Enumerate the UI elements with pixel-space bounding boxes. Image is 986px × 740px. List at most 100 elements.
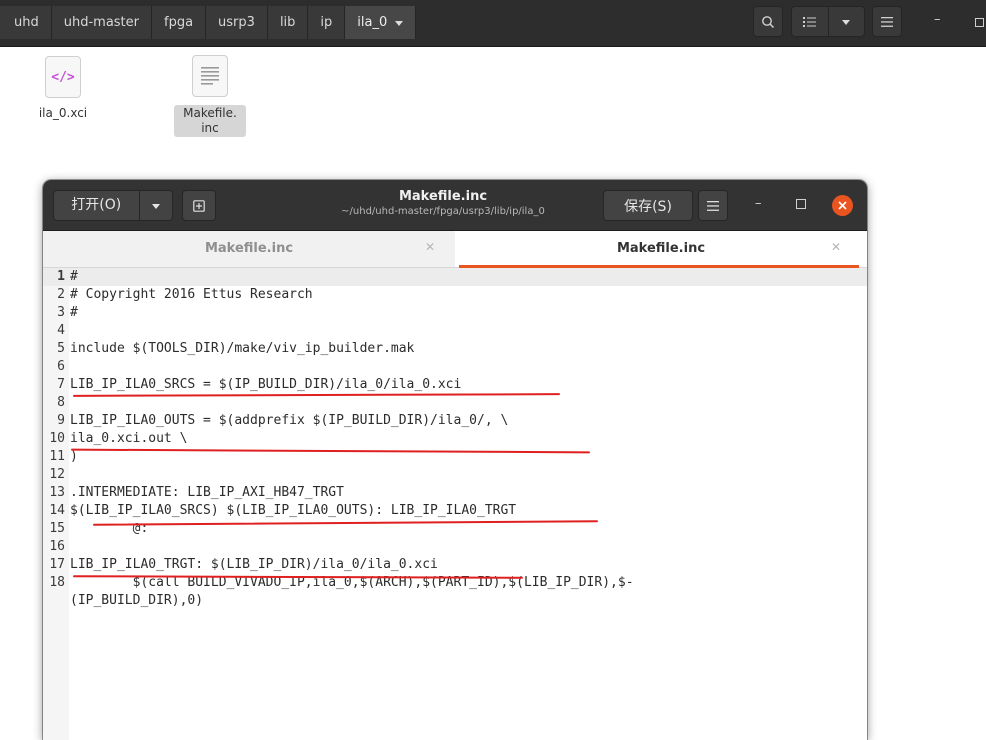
file-name: Makefile. inc bbox=[174, 105, 246, 137]
line-text: LIB_IP_ILA0_OUTS = $(addprefix $(IP_BUIL… bbox=[70, 413, 509, 428]
line-text: ) bbox=[70, 449, 78, 464]
breadcrumb-uhd-master[interactable]: uhd-master bbox=[51, 6, 152, 39]
code-line: 12 bbox=[43, 466, 867, 484]
tab-label: Makefile.inc bbox=[204, 241, 294, 256]
file-manager-header: uhd uhd-master fpga usrp3 lib ip ila_0 – bbox=[0, 0, 986, 47]
file-makefile-inc[interactable]: Makefile. inc bbox=[174, 55, 246, 137]
open-button[interactable]: 打开(O) bbox=[53, 190, 173, 221]
breadcrumb-lib[interactable]: lib bbox=[267, 6, 309, 39]
breadcrumb-current-label: ila_0 bbox=[357, 15, 388, 30]
breadcrumb-fpga[interactable]: fpga bbox=[152, 6, 207, 39]
main-menu-button[interactable] bbox=[872, 6, 902, 37]
code-line: 3 # bbox=[43, 304, 867, 322]
line-number: 9 bbox=[57, 413, 65, 428]
line-number: 3 bbox=[57, 305, 65, 320]
text-editor-window: 打开(O) Makefile.inc ~/uhd/uhd-master/fpga… bbox=[43, 180, 867, 740]
view-options-button[interactable] bbox=[791, 6, 865, 37]
line-number: 12 bbox=[49, 467, 65, 482]
line-number: 18 bbox=[49, 575, 65, 590]
line-number: 16 bbox=[49, 539, 65, 554]
code-line: 8 bbox=[43, 394, 867, 412]
code-line: 10 ila_0.xci.out \ bbox=[43, 430, 867, 448]
code-line: 14 $(LIB_IP_ILA0_SRCS) $(LIB_IP_ILA0_OUTS… bbox=[43, 502, 867, 520]
line-number: 6 bbox=[57, 359, 65, 374]
line-number: 15 bbox=[49, 521, 65, 536]
editor-menu-button[interactable] bbox=[698, 190, 728, 221]
minimize-icon[interactable]: – bbox=[755, 196, 762, 211]
line-text: # bbox=[70, 269, 78, 284]
window-title: Makefile.inc ~/uhd/uhd-master/fpga/usrp3… bbox=[283, 189, 603, 219]
line-text: LIB_IP_ILA0_SRCS = $(IP_BUILD_DIR)/ila_0… bbox=[70, 377, 462, 392]
tab-makefile-inc-1[interactable]: Makefile.inc ✕ bbox=[43, 231, 455, 267]
tab-bar: Makefile.inc ✕ Makefile.inc ✕ bbox=[43, 231, 867, 268]
line-number: 7 bbox=[57, 377, 65, 392]
line-text: $(LIB_IP_ILA0_SRCS) $(LIB_IP_ILA0_OUTS):… bbox=[70, 503, 517, 518]
line-text: # bbox=[70, 305, 78, 320]
open-button-label: 打开(O) bbox=[71, 197, 122, 213]
line-number: 1 bbox=[57, 269, 65, 284]
chevron-down-icon bbox=[842, 20, 851, 25]
editor-header-bar: 打开(O) Makefile.inc ~/uhd/uhd-master/fpga… bbox=[43, 180, 867, 231]
close-icon[interactable]: ✕ bbox=[425, 240, 435, 254]
code-editor[interactable]: 1 # 2 # Copyright 2016 Ettus Research 3 # 4… bbox=[43, 268, 867, 740]
new-document-icon bbox=[193, 199, 205, 212]
code-line: 16 bbox=[43, 538, 867, 556]
line-number: 2 bbox=[57, 287, 65, 302]
close-icon bbox=[838, 201, 847, 210]
open-dropdown-toggle[interactable] bbox=[138, 191, 172, 220]
code-line: 5 include $(TOOLS_DIR)/make/viv_ip_builde… bbox=[43, 340, 867, 358]
line-number: 14 bbox=[49, 503, 65, 518]
code-line: 1 # bbox=[43, 268, 867, 286]
maximize-icon[interactable] bbox=[796, 199, 806, 209]
hamburger-icon bbox=[707, 200, 719, 211]
minimize-icon[interactable]: – bbox=[934, 12, 941, 27]
line-number: 5 bbox=[57, 341, 65, 356]
breadcrumb-ip[interactable]: ip bbox=[308, 6, 346, 39]
document-title: Makefile.inc bbox=[398, 189, 488, 204]
line-text: # Copyright 2016 Ettus Research bbox=[70, 287, 313, 302]
tab-label: Makefile.inc bbox=[616, 241, 706, 256]
line-number: 10 bbox=[49, 431, 65, 446]
chevron-down-icon bbox=[395, 21, 404, 26]
save-button[interactable]: 保存(S) bbox=[603, 190, 693, 221]
chevron-down-icon bbox=[151, 204, 160, 209]
search-button[interactable] bbox=[753, 6, 783, 37]
breadcrumb-ila-0[interactable]: ila_0 bbox=[345, 6, 417, 39]
code-line: 13 .INTERMEDIATE: LIB_IP_AXI_HB47_TRGT bbox=[43, 484, 867, 502]
line-text: ila_0.xci.out \ bbox=[70, 431, 188, 446]
code-line: (IP_BUILD_DIR),0) bbox=[43, 592, 867, 610]
close-button[interactable] bbox=[832, 195, 853, 216]
line-text: (IP_BUILD_DIR),0) bbox=[70, 593, 204, 608]
line-text: LIB_IP_ILA0_TRGT: $(LIB_IP_DIR)/ila_0/il… bbox=[70, 557, 438, 572]
line-number: 4 bbox=[57, 323, 65, 338]
line-number: 13 bbox=[49, 485, 65, 500]
list-view-toggle[interactable] bbox=[792, 6, 828, 37]
close-icon[interactable]: ✕ bbox=[831, 240, 841, 254]
code-line: 4 bbox=[43, 322, 867, 340]
search-icon bbox=[762, 15, 775, 28]
code-line: 2 # Copyright 2016 Ettus Research bbox=[43, 286, 867, 304]
code-line: 9 LIB_IP_ILA0_OUTS = $(addprefix $(IP_BUI… bbox=[43, 412, 867, 430]
new-tab-button[interactable] bbox=[182, 190, 216, 221]
document-path: ~/uhd/uhd-master/fpga/usrp3/lib/ip/ila_0 bbox=[341, 206, 545, 217]
code-line: 17 LIB_IP_ILA0_TRGT: $(LIB_IP_DIR)/ila_0/… bbox=[43, 556, 867, 574]
hamburger-icon bbox=[881, 16, 893, 27]
code-line: 6 bbox=[43, 358, 867, 376]
xml-file-icon: </> bbox=[45, 56, 81, 98]
tab-makefile-inc-2[interactable]: Makefile.inc ✕ bbox=[455, 231, 867, 268]
breadcrumb-usrp3[interactable]: usrp3 bbox=[206, 6, 268, 39]
line-text: include $(TOOLS_DIR)/make/viv_ip_builder… bbox=[70, 341, 415, 356]
line-text: .INTERMEDIATE: LIB_IP_AXI_HB47_TRGT bbox=[70, 485, 344, 500]
line-number: 11 bbox=[49, 449, 65, 464]
file-name: ila_0.xci bbox=[38, 106, 88, 120]
breadcrumb: uhd uhd-master fpga usrp3 lib ip ila_0 bbox=[0, 6, 417, 39]
text-file-icon bbox=[192, 55, 228, 97]
maximize-icon[interactable] bbox=[975, 18, 984, 27]
code-line: 7 LIB_IP_ILA0_SRCS = $(IP_BUILD_DIR)/ila_… bbox=[43, 376, 867, 394]
line-number: 8 bbox=[57, 395, 65, 410]
file-ila-0-xci[interactable]: </> ila_0.xci bbox=[30, 56, 96, 121]
line-number: 17 bbox=[49, 557, 65, 572]
list-view-icon bbox=[803, 16, 817, 27]
breadcrumb-uhd[interactable]: uhd bbox=[0, 6, 52, 39]
view-dropdown-toggle[interactable] bbox=[827, 6, 865, 37]
